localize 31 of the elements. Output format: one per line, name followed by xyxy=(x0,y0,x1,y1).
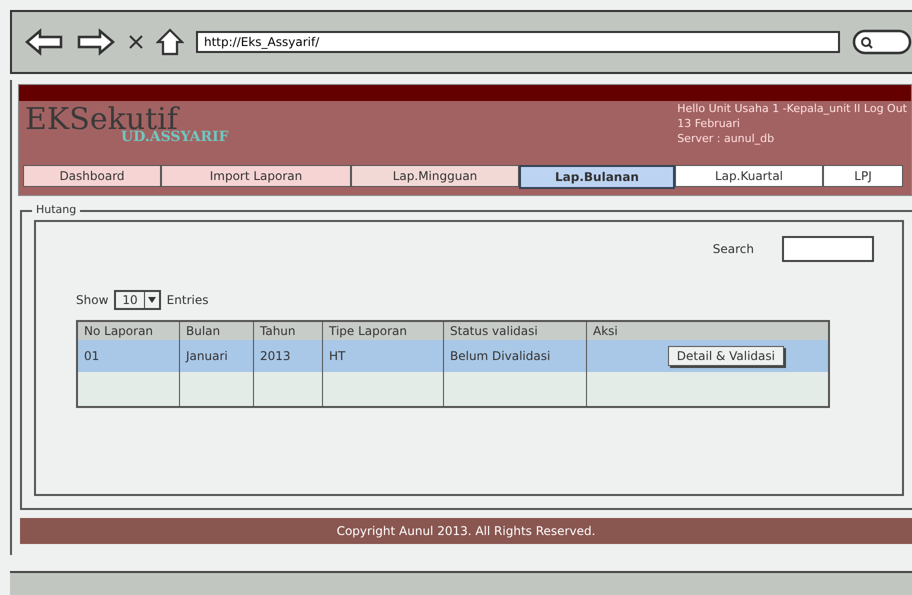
close-icon[interactable] xyxy=(128,34,144,50)
table-cell: 01 xyxy=(84,349,100,363)
greeting-text: Hello Unit Usaha 1 -Kepala_unit II Log Out xyxy=(677,101,907,116)
search-icon[interactable] xyxy=(852,29,912,55)
show-label: Show xyxy=(76,293,108,307)
nav-tab[interactable]: Import Laporan xyxy=(161,165,351,187)
server-text: Server : aunul_db xyxy=(677,131,776,146)
nav-tab[interactable]: Lap.Mingguan xyxy=(351,165,519,187)
back-icon[interactable] xyxy=(24,28,64,56)
entries-dropdown[interactable]: 10 xyxy=(114,290,161,310)
nav-tab[interactable]: LPJ xyxy=(823,165,903,187)
nav-tab[interactable]: Lap.Bulanan xyxy=(519,165,675,189)
caret-icon xyxy=(144,292,159,308)
address-field[interactable]: http://Eks_Assyarif/ xyxy=(196,31,840,53)
nav-tab[interactable]: Lap.Kuartal xyxy=(675,165,823,187)
search-label: Search xyxy=(712,242,754,256)
table-cell: Januari xyxy=(186,349,228,363)
nav-tab[interactable]: Dashboard xyxy=(23,165,161,187)
date-text: 13 Februari xyxy=(677,116,741,131)
entries-label: Entries xyxy=(166,293,208,307)
search-field[interactable] xyxy=(782,236,874,262)
home-icon[interactable] xyxy=(156,28,184,56)
panel-title: Hutang xyxy=(32,203,80,216)
forward-icon[interactable] xyxy=(76,28,116,56)
table-cell: 2013 xyxy=(260,349,291,363)
selected-table-row[interactable]: 01 Januari 2013 HT Belum Divalidasi Detail & Validasi xyxy=(78,340,828,372)
column-header: Aksi xyxy=(592,323,619,340)
table-cell: Belum Divalidasi xyxy=(450,349,550,363)
copyright-text: Copyright Aunul 2013. All Rights Reserved. xyxy=(336,524,596,538)
detail-validate-button[interactable]: Detail & Validasi xyxy=(668,346,784,366)
table-cell: HT xyxy=(329,349,346,363)
